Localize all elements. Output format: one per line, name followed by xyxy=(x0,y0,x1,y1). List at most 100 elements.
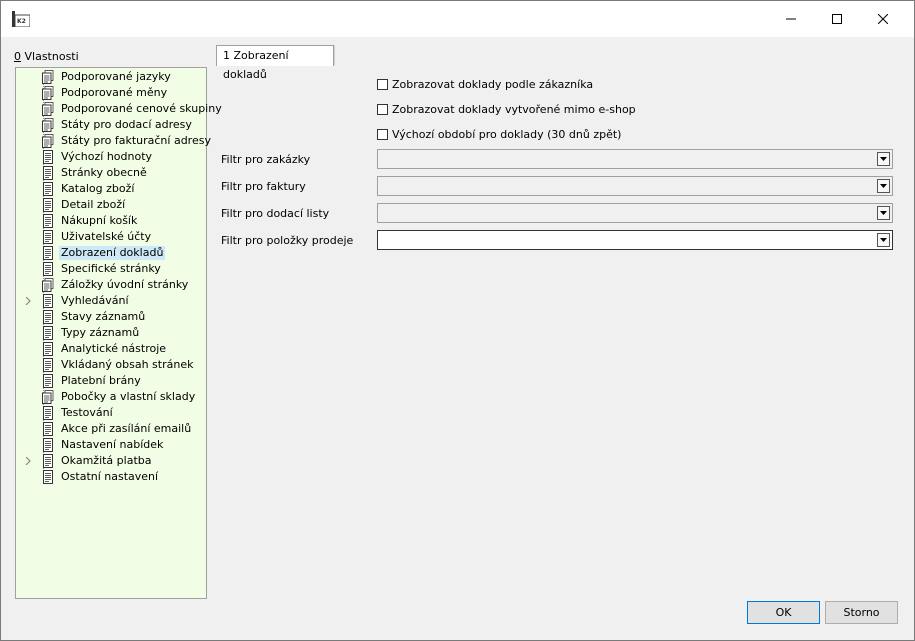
doc-icon xyxy=(43,310,53,324)
properties-label: 0 Vlastnosti xyxy=(14,50,79,63)
tree-item-label: Státy pro dodací adresy xyxy=(61,118,192,131)
filter-combobox[interactable] xyxy=(377,203,893,223)
doc-icon xyxy=(43,182,53,196)
tree-item-label: Podporované cenové skupiny xyxy=(61,102,222,115)
minimize-icon xyxy=(786,18,796,20)
tab-zobrazeni-dokladu[interactable]: 1 Zobrazení dokladů xyxy=(216,45,334,81)
tree-item[interactable]: Katalog zboží xyxy=(16,181,206,197)
k2-app-icon: K2 xyxy=(12,11,30,27)
filter-combobox[interactable] xyxy=(377,230,893,250)
tree-item[interactable]: Ostatní nastavení xyxy=(16,469,206,485)
tree-item-label: Katalog zboží xyxy=(61,182,135,195)
tree-item-label: Akce při zasílání emailů xyxy=(61,422,192,435)
close-button[interactable] xyxy=(860,1,906,37)
filter-combobox[interactable] xyxy=(377,149,893,169)
tree-item-label: Stránky obecně xyxy=(61,166,147,179)
tree-item-label: Ostatní nastavení xyxy=(61,470,159,483)
tree-item-label: Vyhledávání xyxy=(61,294,129,307)
checkbox-row[interactable]: Zobrazovat doklady podle zákazníka xyxy=(377,77,593,91)
maximize-button[interactable] xyxy=(814,1,860,37)
dropdown-button[interactable] xyxy=(877,179,890,193)
tree-item[interactable]: Analytické nástroje xyxy=(16,341,206,357)
tree-item-label: Stavy záznamů xyxy=(61,310,146,323)
chevron-down-icon xyxy=(880,184,887,188)
dropdown-button[interactable] xyxy=(877,233,890,247)
doc-icon xyxy=(43,326,53,340)
checkbox-label: Zobrazovat doklady vytvořené mimo e-shop xyxy=(392,102,636,116)
tree-item[interactable]: Vkládaný obsah stránek xyxy=(16,357,206,373)
tree-item[interactable]: Platební brány xyxy=(16,373,206,389)
checkbox[interactable] xyxy=(377,78,388,90)
tree-item[interactable]: Typy záznamů xyxy=(16,325,206,341)
tree-item-label: Zobrazení dokladů xyxy=(59,246,166,260)
doc-icon xyxy=(43,374,53,388)
tree-item-label: Pobočky a vlastní sklady xyxy=(61,390,196,403)
doc-multi-icon xyxy=(42,118,54,132)
tree-item[interactable]: Výchozí hodnoty xyxy=(16,149,206,165)
chevron-down-icon xyxy=(880,211,887,215)
checkbox-row[interactable]: Zobrazovat doklady vytvořené mimo e-shop xyxy=(377,102,636,116)
tree-item[interactable]: Státy pro fakturační adresy xyxy=(16,133,211,149)
dialog-window: K2 0 Vlastnosti Podporované jazyky Podpor… xyxy=(0,0,915,641)
ok-button[interactable]: OK xyxy=(747,601,820,624)
tree-item[interactable]: Podporované měny xyxy=(16,85,206,101)
doc-icon xyxy=(43,166,53,180)
tree-item[interactable]: Akce při zasílání emailů xyxy=(16,421,206,437)
doc-icon xyxy=(43,214,53,228)
tree-item-label: Vkládaný obsah stránek xyxy=(61,358,194,371)
dropdown-button[interactable] xyxy=(877,152,890,166)
checkbox-label: Zobrazovat doklady podle zákazníka xyxy=(392,77,594,91)
chevron-down-icon xyxy=(880,238,887,242)
tree-item[interactable]: Zobrazení dokladů xyxy=(16,245,206,261)
tree-item[interactable]: Vyhledávání xyxy=(16,293,206,309)
doc-icon xyxy=(43,454,53,468)
doc-multi-icon xyxy=(42,102,54,116)
tree-item[interactable]: Státy pro dodací adresy xyxy=(16,117,206,133)
tree-item-label: Platební brány xyxy=(61,374,141,387)
doc-icon xyxy=(43,246,53,260)
filter-label: Filtr pro faktury xyxy=(221,180,306,193)
tree-item[interactable]: Detail zboží xyxy=(16,197,206,213)
title-bar: K2 xyxy=(1,1,914,37)
doc-multi-icon xyxy=(42,70,54,84)
tree-item[interactable]: Testování xyxy=(16,405,206,421)
tree-item[interactable]: Okamžitá platba xyxy=(16,453,206,469)
tree-item[interactable]: Stránky obecně xyxy=(16,165,206,181)
checkbox-row[interactable]: Výchozí období pro doklady (30 dnů zpět) xyxy=(377,127,621,141)
cancel-button[interactable]: Storno xyxy=(825,601,898,624)
tree-item-label: Výchozí hodnoty xyxy=(61,150,153,163)
properties-text: Vlastnosti xyxy=(21,50,79,63)
tree-item-label: Typy záznamů xyxy=(61,326,140,339)
tree-item-label: Testování xyxy=(61,406,113,419)
checkbox[interactable] xyxy=(377,128,388,140)
tree-item-label: Nákupní košík xyxy=(61,214,138,227)
tree-item[interactable]: Nastavení nabídek xyxy=(16,437,206,453)
doc-icon xyxy=(43,470,53,484)
tree-item[interactable]: Nákupní košík xyxy=(16,213,206,229)
filter-label: Filtr pro zakázky xyxy=(221,153,311,166)
tree-item-label: Záložky úvodní stránky xyxy=(61,278,189,291)
doc-icon xyxy=(43,358,53,372)
tree-item[interactable]: Záložky úvodní stránky xyxy=(16,277,206,293)
doc-icon xyxy=(43,230,53,244)
tree-item[interactable]: Specifické stránky xyxy=(16,261,206,277)
tree-item[interactable]: Podporované jazyky xyxy=(16,69,206,85)
checkbox[interactable] xyxy=(377,103,388,115)
tree-item[interactable]: Uživatelské účty xyxy=(16,229,206,245)
tree-item[interactable]: Podporované cenové skupiny xyxy=(16,101,222,117)
doc-icon xyxy=(43,342,53,356)
doc-icon xyxy=(43,198,53,212)
tree-item[interactable]: Stavy záznamů xyxy=(16,309,206,325)
tree-item-label: Podporované měny xyxy=(61,86,168,99)
checkbox-label: Výchozí období pro doklady (30 dnů zpět) xyxy=(392,127,622,141)
tree-item-label: Detail zboží xyxy=(61,198,126,211)
chevron-right-icon[interactable] xyxy=(24,457,32,465)
dropdown-button[interactable] xyxy=(877,206,890,220)
properties-tree[interactable]: Podporované jazyky Podporované měny Podpor… xyxy=(15,67,222,599)
chevron-right-icon[interactable] xyxy=(24,297,32,305)
tree-item[interactable]: Pobočky a vlastní sklady xyxy=(16,389,206,405)
filter-combobox[interactable] xyxy=(377,176,893,196)
minimize-button[interactable] xyxy=(768,1,814,37)
doc-icon xyxy=(43,150,53,164)
doc-multi-icon xyxy=(42,278,54,292)
